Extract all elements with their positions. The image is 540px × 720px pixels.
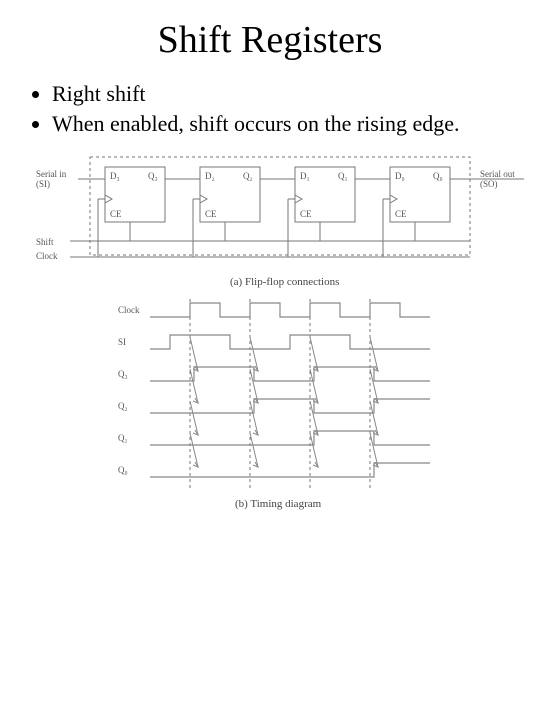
- svg-text:CE: CE: [300, 209, 312, 219]
- svg-text:Q₃: Q₃: [148, 171, 158, 181]
- page-title: Shift Registers: [30, 18, 510, 62]
- bullet-list: Right shift When enabled, shift occurs o…: [30, 80, 510, 137]
- label-q3-row: Q₃: [118, 369, 128, 379]
- svg-text:CE: CE: [395, 209, 407, 219]
- svg-text:Q₀: Q₀: [433, 171, 443, 181]
- ff-1: D₁ Q₁ CE: [288, 167, 390, 257]
- svg-text:Q₂: Q₂: [243, 171, 253, 181]
- caption-a: (a) Flip-flop connections: [230, 276, 339, 288]
- label-q2-row: Q₂: [118, 401, 128, 411]
- svg-text:D₀: D₀: [395, 171, 405, 181]
- label-clock: Clock: [36, 251, 58, 261]
- label-q1-row: Q₁: [118, 433, 128, 443]
- bullet-2: When enabled, shift occurs on the rising…: [52, 110, 510, 138]
- label-clock-row: Clock: [118, 305, 140, 315]
- ff-3: D₃ Q₃ CE: [98, 167, 200, 257]
- svg-text:D₁: D₁: [300, 171, 310, 181]
- label-shift: Shift: [36, 237, 54, 247]
- caption-b: (b) Timing diagram: [235, 498, 322, 510]
- svg-text:Q₁: Q₁: [338, 171, 348, 181]
- label-q0-row: Q₀: [118, 465, 128, 475]
- label-serial-in: Serial in(SI): [36, 169, 67, 189]
- figure-a: Serial in(SI) Serial out(SO) Shift Clock…: [30, 149, 530, 289]
- label-si-row: SI: [118, 337, 126, 347]
- ff-2: D₂ Q₂ CE: [193, 167, 295, 257]
- svg-text:D₂: D₂: [205, 171, 215, 181]
- svg-text:CE: CE: [205, 209, 217, 219]
- figure-b: Clock SI Q₃ Q₂ Q₁: [90, 289, 470, 514]
- svg-text:D₃: D₃: [110, 171, 120, 181]
- bullet-1: Right shift: [52, 80, 510, 108]
- ff-0: D₀ Q₀ CE: [383, 167, 524, 257]
- svg-text:CE: CE: [110, 209, 122, 219]
